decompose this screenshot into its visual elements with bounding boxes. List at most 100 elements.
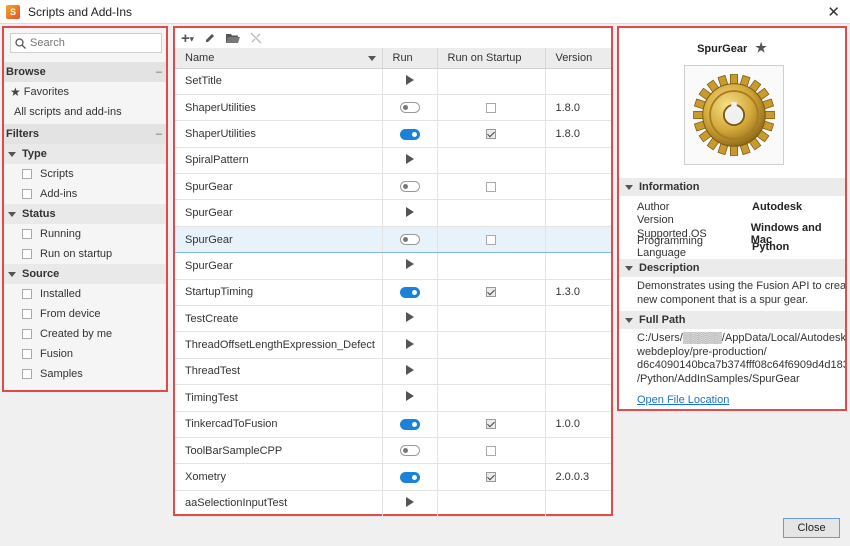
checkbox[interactable]	[22, 349, 32, 359]
col-startup-header[interactable]: Run on Startup	[437, 48, 546, 69]
col-name-header[interactable]: Name	[175, 48, 383, 69]
fullpath-header[interactable]: Full Path	[619, 311, 845, 329]
play-icon[interactable]	[405, 391, 414, 402]
add-icon[interactable]: +▾	[181, 30, 194, 47]
table-row[interactable]: SpiralPattern	[175, 147, 611, 175]
table-row[interactable]: Xometry 2.0.0.3	[175, 463, 611, 491]
checkbox[interactable]	[22, 189, 32, 199]
checkbox[interactable]	[22, 229, 32, 239]
startup-checkbox[interactable]	[486, 472, 496, 483]
table-row[interactable]: StartupTiming 1.3.0	[175, 279, 611, 307]
table-row[interactable]: SetTitle	[175, 68, 611, 95]
filter-run-on-startup[interactable]: Run on startup	[4, 244, 166, 264]
run-toggle[interactable]	[399, 128, 420, 140]
details-title: SpurGear ★	[619, 40, 845, 56]
col-run-header[interactable]: Run	[382, 48, 438, 69]
filter-installed[interactable]: Installed	[4, 284, 166, 304]
checkbox[interactable]	[22, 309, 32, 319]
script-name: SpurGear	[175, 252, 383, 280]
filter-scripts[interactable]: Scripts	[4, 164, 166, 184]
version-cell: 1.0.0	[545, 411, 611, 438]
info-row: Author Autodesk	[619, 200, 845, 214]
table-row[interactable]: aaSelectionInputTest	[175, 490, 611, 518]
run-toggle[interactable]	[399, 181, 420, 193]
table-row[interactable]: TinkercadToFusion 1.0.0	[175, 411, 611, 438]
collapse-icon[interactable]: –	[156, 128, 162, 140]
col-version-header[interactable]: Version	[545, 48, 611, 69]
unlink-icon[interactable]	[250, 32, 262, 44]
status-header[interactable]: Status	[4, 204, 166, 224]
filter-samples[interactable]: Samples	[4, 364, 166, 384]
startup-cell	[437, 147, 546, 175]
play-icon[interactable]	[405, 312, 414, 323]
table-row[interactable]: ToolBarSampleCPP	[175, 437, 611, 465]
startup-checkbox[interactable]	[486, 445, 496, 456]
run-toggle[interactable]	[399, 102, 420, 114]
run-toggle[interactable]	[399, 418, 420, 430]
run-toggle[interactable]	[399, 471, 420, 483]
checkbox[interactable]	[22, 169, 32, 179]
startup-checkbox[interactable]	[486, 287, 496, 298]
checkbox[interactable]	[22, 289, 32, 299]
table-row[interactable]: ShaperUtilities 1.8.0	[175, 120, 611, 148]
version-cell	[545, 437, 611, 465]
startup-checkbox[interactable]	[486, 181, 496, 192]
table-row[interactable]: ThreadOffsetLengthExpression_Defect	[175, 331, 611, 359]
table-row[interactable]: SpurGear	[175, 173, 611, 201]
run-cell	[382, 358, 438, 386]
startup-cell	[437, 358, 546, 386]
run-toggle[interactable]	[399, 445, 420, 457]
startup-checkbox[interactable]	[486, 102, 496, 113]
play-icon[interactable]	[405, 74, 414, 85]
description-header[interactable]: Description	[619, 259, 845, 277]
open-file-location-link[interactable]: Open File Location	[619, 386, 845, 406]
info-value: Python	[752, 241, 790, 254]
filter-created-by-me[interactable]: Created by me	[4, 324, 166, 344]
table-row[interactable]: TestCreate	[175, 305, 611, 333]
edit-icon[interactable]	[204, 32, 216, 44]
run-cell	[382, 384, 438, 412]
all-scripts-item[interactable]: All scripts and add-ins	[4, 102, 166, 122]
play-icon[interactable]	[405, 338, 414, 349]
folder-icon[interactable]	[225, 33, 240, 44]
run-toggle[interactable]	[399, 234, 420, 246]
status-label: Status	[22, 208, 56, 220]
filter-addins[interactable]: Add-ins	[4, 184, 166, 204]
close-icon[interactable]: ✕	[827, 3, 840, 21]
browse-header[interactable]: Browse –	[4, 62, 166, 82]
table-row[interactable]: SpurGear	[175, 199, 611, 227]
startup-checkbox[interactable]	[486, 419, 496, 430]
table-row[interactable]: ThreadTest	[175, 358, 611, 386]
startup-checkbox[interactable]	[486, 234, 496, 245]
run-cell	[382, 199, 438, 227]
table-row[interactable]: SpurGear	[175, 252, 611, 280]
source-header[interactable]: Source	[4, 264, 166, 284]
checkbox[interactable]	[22, 329, 32, 339]
play-icon[interactable]	[405, 364, 414, 375]
filters-header[interactable]: Filters –	[4, 124, 166, 144]
information-header[interactable]: Information	[619, 178, 845, 196]
play-icon[interactable]	[405, 153, 414, 164]
close-button[interactable]: Close	[783, 518, 840, 538]
checkbox[interactable]	[22, 249, 32, 259]
checkbox[interactable]	[22, 369, 32, 379]
play-icon[interactable]	[405, 496, 414, 507]
filter-from-device[interactable]: From device	[4, 304, 166, 324]
filter-fusion[interactable]: Fusion	[4, 344, 166, 364]
table-row[interactable]: SpurGear	[175, 225, 611, 254]
filter-running[interactable]: Running	[4, 224, 166, 244]
version-cell	[545, 68, 611, 95]
play-icon[interactable]	[405, 206, 414, 217]
collapse-icon[interactable]: –	[156, 66, 162, 78]
play-icon[interactable]	[405, 259, 414, 270]
search-input[interactable]	[30, 37, 160, 49]
startup-checkbox[interactable]	[486, 129, 496, 140]
run-toggle[interactable]	[399, 286, 420, 298]
star-icon[interactable]: ★	[755, 40, 767, 55]
favorites-item[interactable]: ★ Favorites	[4, 82, 166, 102]
table-row[interactable]: ShaperUtilities 1.8.0	[175, 94, 611, 122]
fullpath-label: Full Path	[639, 314, 686, 326]
search-box[interactable]	[10, 33, 162, 53]
table-row[interactable]: TimingTest	[175, 384, 611, 412]
type-header[interactable]: Type	[4, 144, 166, 164]
